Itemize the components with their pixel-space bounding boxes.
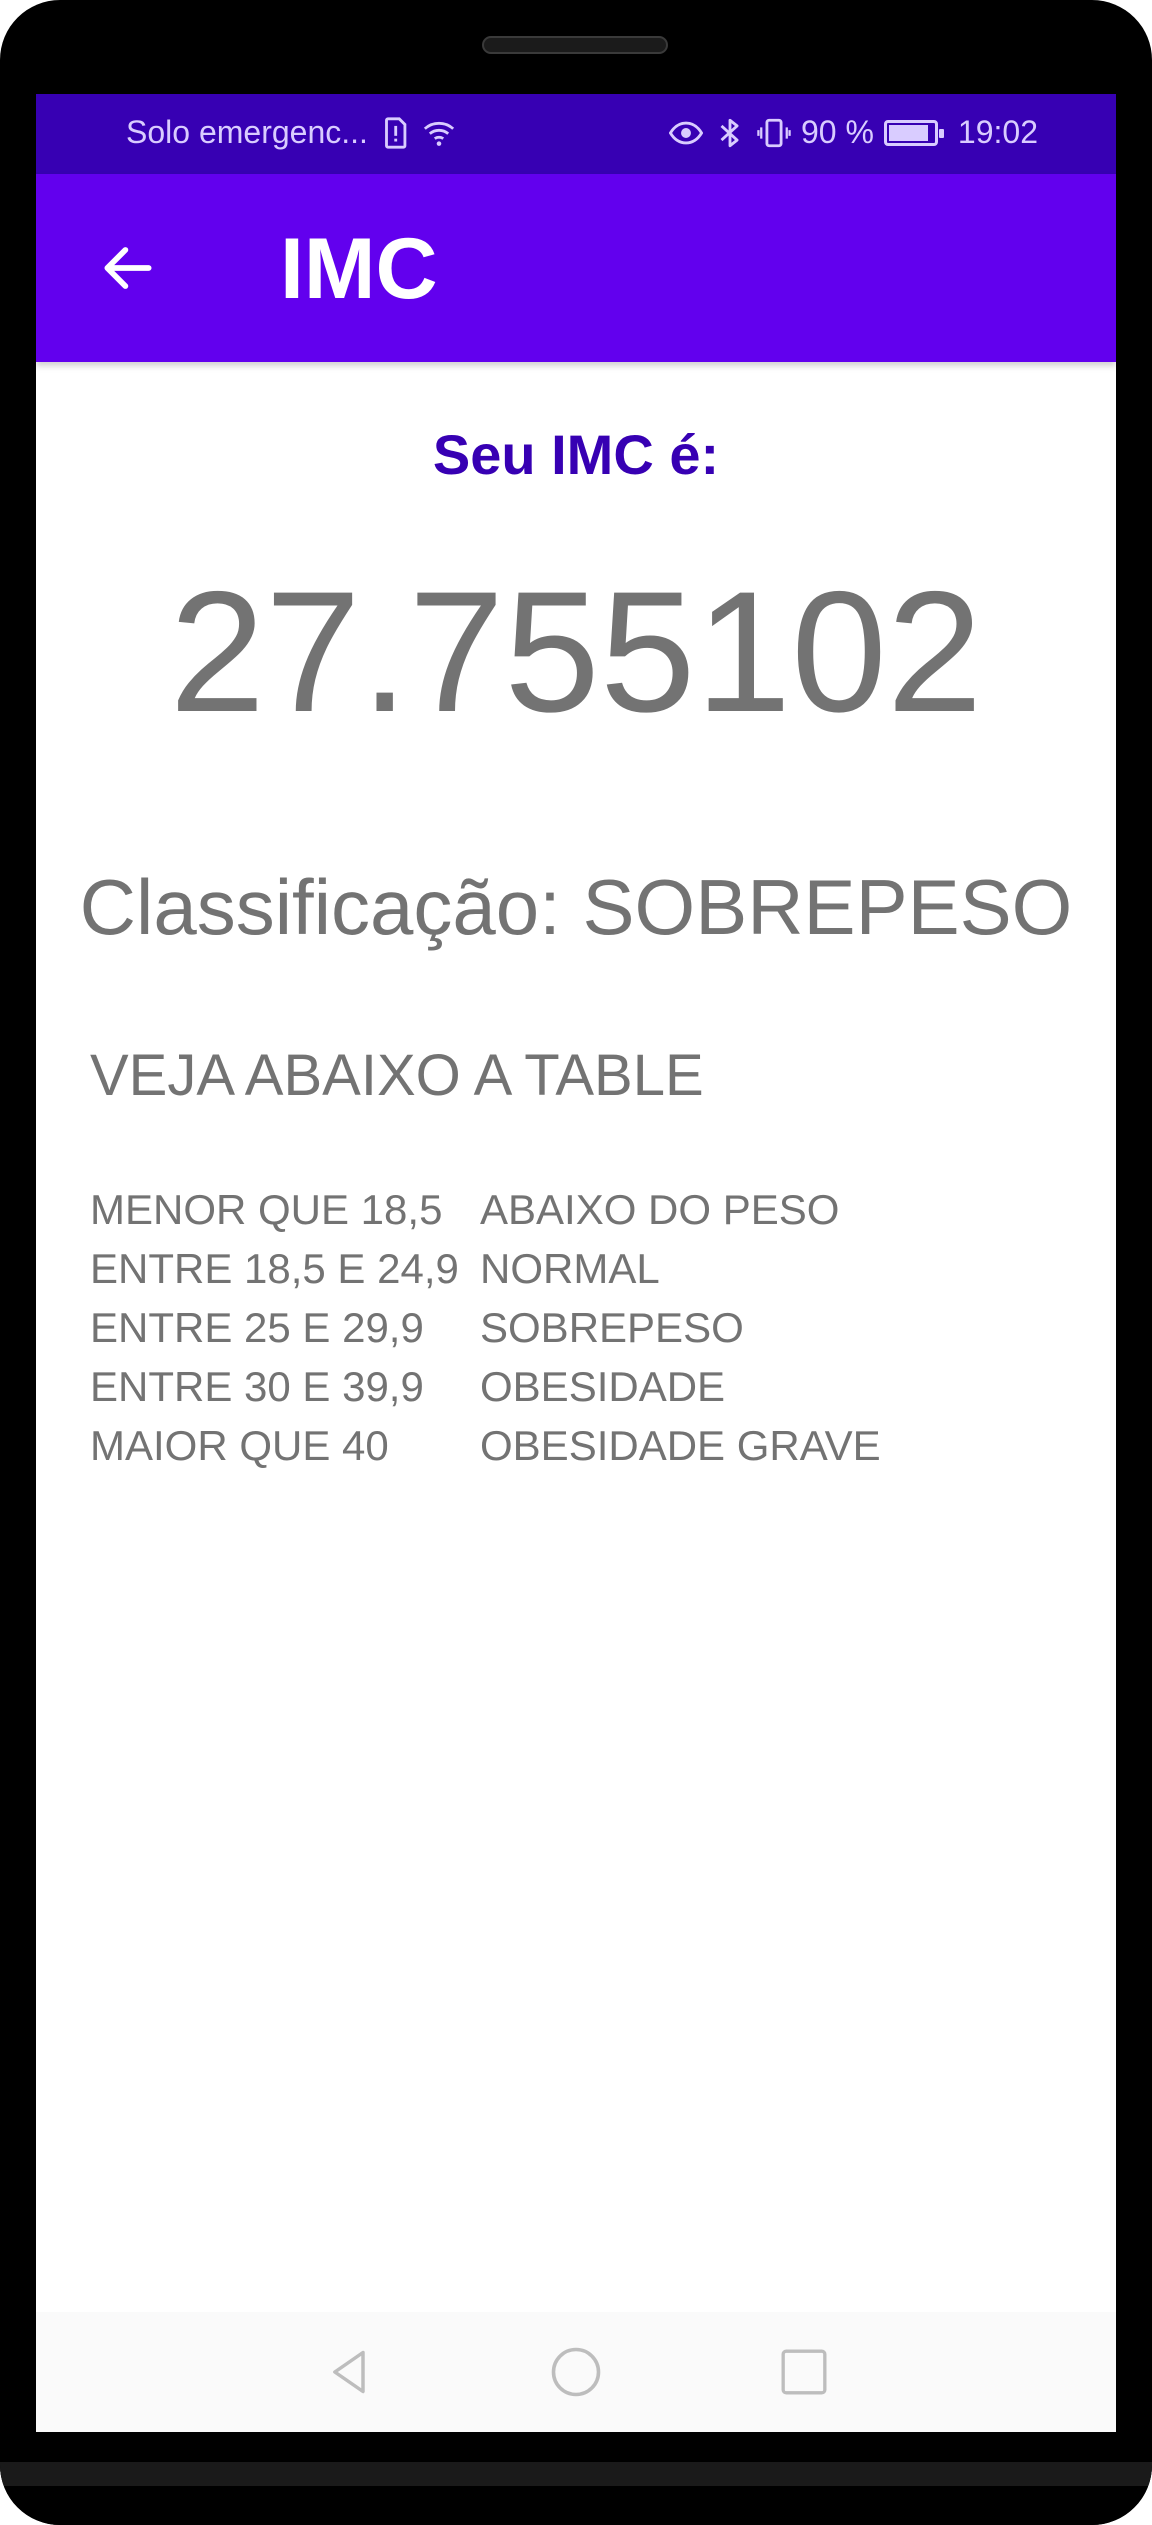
table-category: OBESIDADE GRAVE xyxy=(480,1422,881,1469)
battery-percent: 90 % xyxy=(800,114,874,150)
imc-label: Seu IMC é: xyxy=(432,423,720,486)
vibrate-icon xyxy=(757,116,791,150)
back-button[interactable] xyxy=(88,228,168,308)
clock: 19:02 xyxy=(957,114,1038,150)
eye-comfort-icon xyxy=(668,116,704,150)
table-row: ENTRE 25 E 29,9 SOBREPESO xyxy=(90,1298,881,1357)
page-title: IMC xyxy=(280,221,438,317)
bluetooth-icon xyxy=(713,116,747,150)
earpiece-speaker xyxy=(482,36,668,54)
table-category: SOBREPESO xyxy=(480,1304,744,1351)
table-range: MAIOR QUE 40 xyxy=(90,1422,389,1469)
table-range: ENTRE 30 E 39,9 xyxy=(90,1363,424,1410)
bmi-table: MENOR QUE 18,5 ABAIXO DO PESO ENTRE 18,5… xyxy=(90,1180,881,1475)
nav-back-button[interactable] xyxy=(320,2342,380,2402)
phone-frame: Solo emergenc... 90 % 19:02 IMC Seu IMC … xyxy=(0,0,1152,2525)
nav-recents-button[interactable] xyxy=(774,2342,834,2402)
table-category: OBESIDADE xyxy=(480,1363,726,1410)
navigation-bar xyxy=(36,2312,1116,2432)
table-row: ENTRE 18,5 E 24,9 NORMAL xyxy=(90,1239,881,1298)
app-bar: IMC xyxy=(36,174,1116,362)
nav-home-button[interactable] xyxy=(546,2342,606,2402)
nav-recents-icon xyxy=(781,2349,827,2395)
battery-level-fill xyxy=(888,124,929,141)
status-bar: Solo emergenc... 90 % 19:02 xyxy=(36,94,1116,174)
nav-home-icon xyxy=(551,2347,601,2397)
table-category: NORMAL xyxy=(480,1245,660,1292)
table-range: MENOR QUE 18,5 xyxy=(90,1186,443,1233)
imc-value: 27.755102 xyxy=(169,556,983,748)
sim-alert-icon xyxy=(378,116,412,150)
screen: Solo emergenc... 90 % 19:02 IMC Seu IMC … xyxy=(36,94,1116,2432)
wifi-icon xyxy=(422,116,456,150)
bottom-bezel xyxy=(0,2432,1152,2525)
table-row: MENOR QUE 18,5 ABAIXO DO PESO xyxy=(90,1180,881,1239)
nav-back-icon xyxy=(333,2350,365,2394)
table-category: ABAIXO DO PESO xyxy=(480,1186,840,1233)
table-row: MAIOR QUE 40 OBESIDADE GRAVE xyxy=(90,1416,881,1475)
table-heading: VEJA ABAIXO A TABLE xyxy=(90,1043,704,1108)
status-left: Solo emergenc... xyxy=(126,114,456,151)
arrow-back-icon xyxy=(104,247,152,289)
classification-text: Classificação: SOBREPESO xyxy=(79,863,1073,951)
carrier-text: Solo emergenc... xyxy=(126,114,368,150)
table-range: ENTRE 25 E 29,9 xyxy=(90,1304,424,1351)
battery-icon xyxy=(883,119,944,146)
table-row: ENTRE 30 E 39,9 OBESIDADE xyxy=(90,1357,881,1416)
status-right: 90 % 19:02 xyxy=(668,114,1038,151)
table-range: ENTRE 18,5 E 24,9 xyxy=(90,1245,459,1292)
